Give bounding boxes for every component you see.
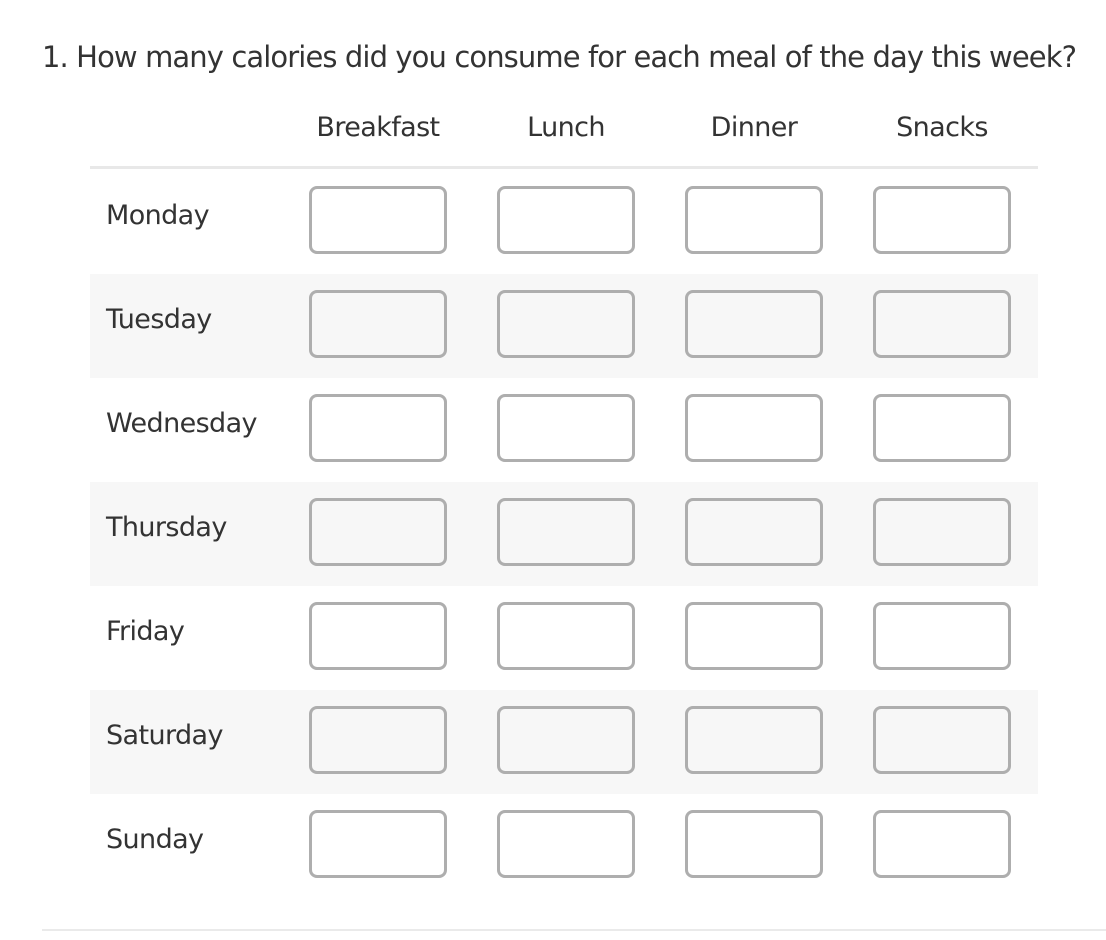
column-header-breakfast: Breakfast bbox=[316, 112, 440, 143]
calorie-input-wednesday-breakfast[interactable] bbox=[309, 394, 447, 462]
calorie-input-friday-breakfast[interactable] bbox=[309, 602, 447, 670]
calorie-input-thursday-lunch[interactable] bbox=[497, 498, 635, 566]
row-label: Sunday bbox=[106, 824, 204, 855]
calorie-input-friday-lunch[interactable] bbox=[497, 602, 635, 670]
table-row: Saturday bbox=[90, 690, 1038, 794]
table-row: Tuesday bbox=[90, 274, 1038, 378]
calorie-input-tuesday-breakfast[interactable] bbox=[309, 290, 447, 358]
calorie-input-sunday-dinner[interactable] bbox=[685, 810, 823, 878]
calorie-input-monday-dinner[interactable] bbox=[685, 186, 823, 254]
calorie-input-friday-snacks[interactable] bbox=[873, 602, 1011, 670]
header-divider bbox=[90, 166, 1038, 169]
row-label: Thursday bbox=[106, 512, 227, 543]
bottom-divider bbox=[42, 929, 1106, 931]
table-row: Friday bbox=[90, 586, 1038, 690]
column-header-row: Breakfast Lunch Dinner Snacks bbox=[90, 112, 1038, 148]
calorie-input-monday-breakfast[interactable] bbox=[309, 186, 447, 254]
column-header-lunch: Lunch bbox=[527, 112, 605, 143]
question-title: 1. How many calories did you consume for… bbox=[42, 40, 1077, 74]
table-row: Sunday bbox=[90, 794, 1038, 898]
column-header-snacks: Snacks bbox=[896, 112, 988, 143]
table-row: Thursday bbox=[90, 482, 1038, 586]
calorie-input-saturday-dinner[interactable] bbox=[685, 706, 823, 774]
calorie-input-sunday-snacks[interactable] bbox=[873, 810, 1011, 878]
table-row: Monday bbox=[90, 170, 1038, 274]
column-header-dinner: Dinner bbox=[710, 112, 798, 143]
row-label: Tuesday bbox=[106, 304, 212, 335]
row-label: Wednesday bbox=[106, 408, 258, 439]
calorie-input-saturday-lunch[interactable] bbox=[497, 706, 635, 774]
calorie-input-monday-snacks[interactable] bbox=[873, 186, 1011, 254]
table-row: Wednesday bbox=[90, 378, 1038, 482]
calorie-input-wednesday-dinner[interactable] bbox=[685, 394, 823, 462]
calorie-input-monday-lunch[interactable] bbox=[497, 186, 635, 254]
row-label: Monday bbox=[106, 200, 210, 231]
calorie-input-wednesday-lunch[interactable] bbox=[497, 394, 635, 462]
calorie-input-thursday-breakfast[interactable] bbox=[309, 498, 447, 566]
row-label: Friday bbox=[106, 616, 185, 647]
calorie-input-wednesday-snacks[interactable] bbox=[873, 394, 1011, 462]
calorie-input-saturday-breakfast[interactable] bbox=[309, 706, 447, 774]
calorie-input-sunday-breakfast[interactable] bbox=[309, 810, 447, 878]
calorie-input-thursday-snacks[interactable] bbox=[873, 498, 1011, 566]
calorie-input-tuesday-dinner[interactable] bbox=[685, 290, 823, 358]
calorie-input-tuesday-snacks[interactable] bbox=[873, 290, 1011, 358]
calorie-input-tuesday-lunch[interactable] bbox=[497, 290, 635, 358]
calorie-input-sunday-lunch[interactable] bbox=[497, 810, 635, 878]
calorie-input-thursday-dinner[interactable] bbox=[685, 498, 823, 566]
calorie-input-friday-dinner[interactable] bbox=[685, 602, 823, 670]
row-label: Saturday bbox=[106, 720, 223, 751]
calorie-input-saturday-snacks[interactable] bbox=[873, 706, 1011, 774]
